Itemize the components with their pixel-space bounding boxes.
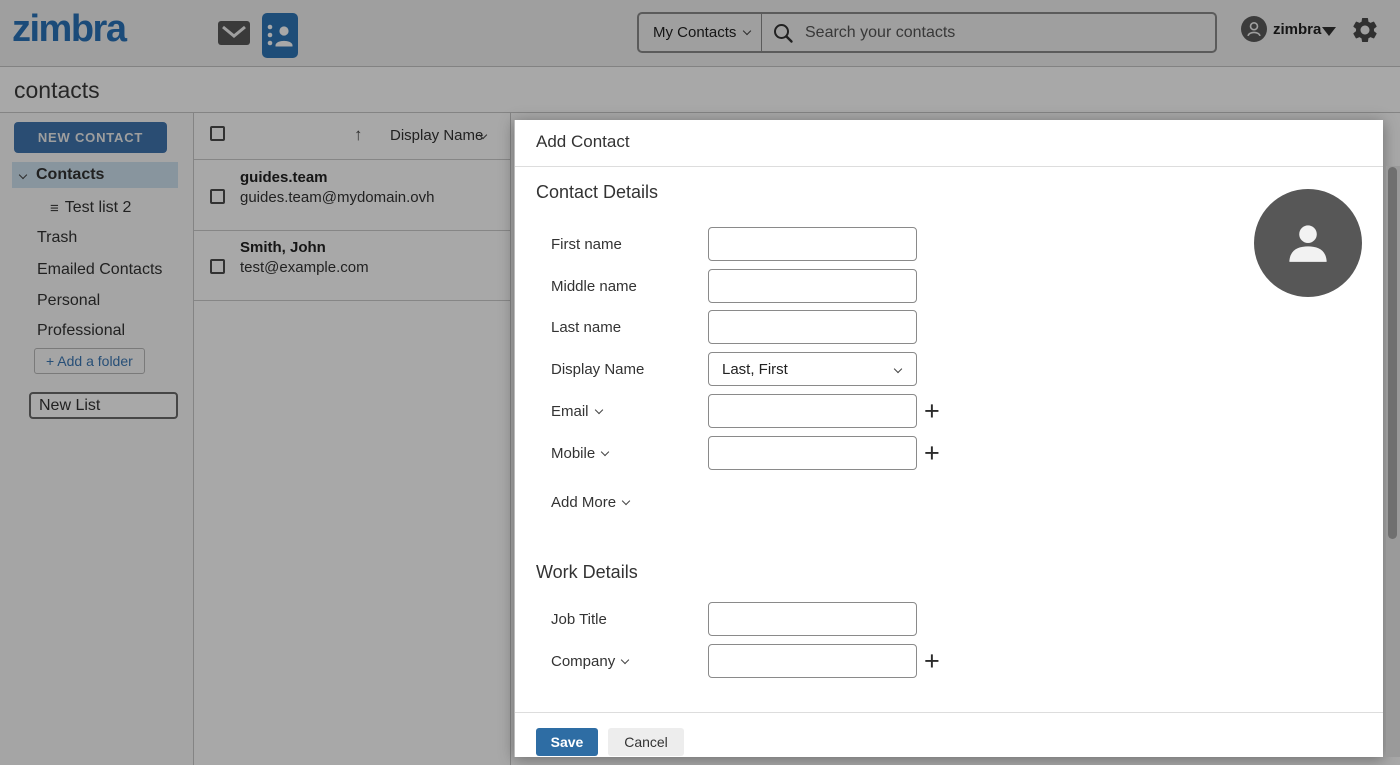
chevron-down-icon: [622, 497, 630, 505]
chevron-down-icon: [594, 405, 602, 413]
first-name-input[interactable]: [708, 227, 917, 261]
save-button[interactable]: Save: [536, 728, 598, 756]
work-details-heading: Work Details: [536, 562, 638, 583]
email-label-text: Email: [551, 403, 589, 420]
chevron-down-icon: [621, 655, 629, 663]
chevron-down-icon: [601, 447, 609, 455]
mobile-row: Mobile +: [515, 436, 1383, 470]
add-mobile-icon[interactable]: +: [924, 436, 940, 470]
panel-title: Add Contact: [536, 132, 630, 152]
first-name-row: First name: [515, 227, 1383, 261]
cancel-button[interactable]: Cancel: [608, 728, 684, 756]
scrollbar-thumb[interactable]: [1388, 167, 1397, 539]
email-label[interactable]: Email: [551, 394, 602, 428]
company-input[interactable]: [708, 644, 917, 678]
middle-name-row: Middle name: [515, 269, 1383, 303]
zimbra-contacts-screen: zimbra My Contacts: [0, 0, 1400, 765]
email-input[interactable]: [708, 394, 917, 428]
job-title-input[interactable]: [708, 602, 917, 636]
email-row: Email +: [515, 394, 1383, 428]
last-name-row: Last name: [515, 310, 1383, 344]
add-contact-panel: Add Contact Contact Details First name M…: [514, 120, 1383, 757]
job-title-row: Job Title: [515, 602, 1383, 636]
add-more-label: Add More: [551, 494, 616, 511]
header-divider: [515, 166, 1383, 167]
footer-divider: [515, 712, 1383, 713]
mobile-label[interactable]: Mobile: [551, 436, 608, 470]
vertical-scrollbar[interactable]: [1386, 166, 1400, 757]
display-name-selected-value: Last, First: [722, 361, 788, 378]
display-name-row: Display Name Last, First: [515, 352, 1383, 386]
display-name-select[interactable]: Last, First: [708, 352, 917, 386]
last-name-input[interactable]: [708, 310, 917, 344]
first-name-label: First name: [551, 227, 622, 261]
add-company-icon[interactable]: +: [924, 644, 940, 678]
add-more-dropdown[interactable]: Add More: [551, 494, 629, 511]
job-title-label: Job Title: [551, 602, 607, 636]
mobile-input[interactable]: [708, 436, 917, 470]
middle-name-label: Middle name: [551, 269, 637, 303]
chevron-down-icon: [894, 365, 902, 373]
company-label-text: Company: [551, 653, 615, 670]
mobile-label-text: Mobile: [551, 445, 595, 462]
company-row: Company +: [515, 644, 1383, 678]
contact-avatar-placeholder: [1254, 189, 1362, 297]
add-email-icon[interactable]: +: [924, 394, 940, 428]
middle-name-input[interactable]: [708, 269, 917, 303]
display-name-label: Display Name: [551, 352, 644, 386]
company-label[interactable]: Company: [551, 644, 628, 678]
last-name-label: Last name: [551, 310, 621, 344]
contact-details-heading: Contact Details: [536, 182, 658, 203]
